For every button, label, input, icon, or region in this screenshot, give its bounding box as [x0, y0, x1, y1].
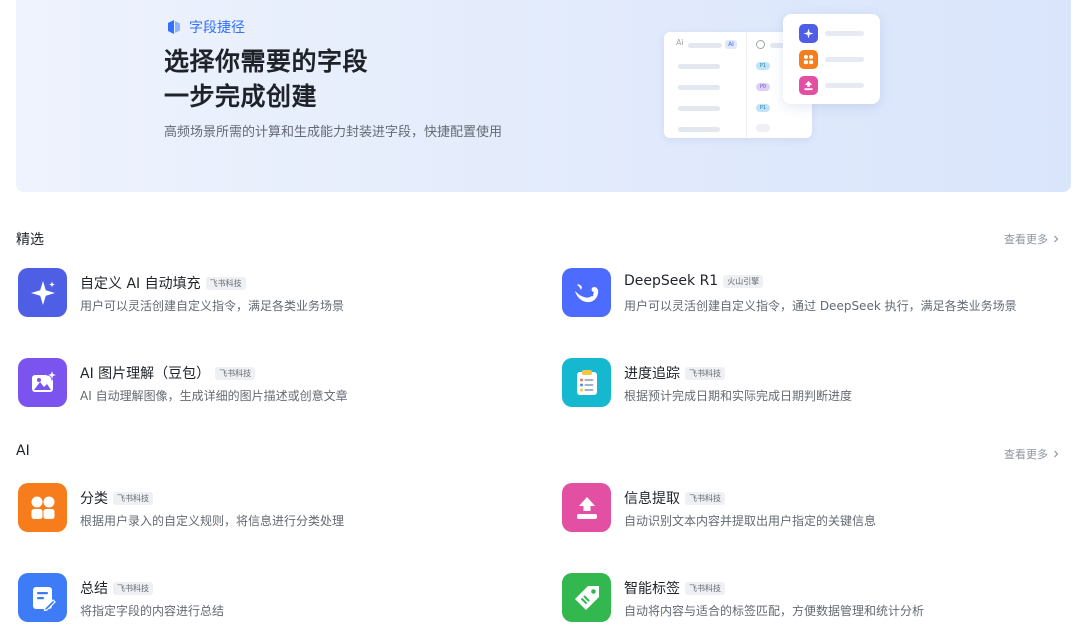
provider-badge: 飞书科技 [113, 491, 153, 505]
illustration-pill-empty [756, 124, 770, 132]
ai-view-more-link[interactable]: 查看更多 [1004, 446, 1060, 462]
field-card-smart-tag[interactable]: 智能标签 飞书科技 自动将内容与适合的标签匹配，方便数据管理和统计分析 [562, 573, 1062, 623]
field-description: 根据用户录入的自定义规则，将信息进行分类处理 [80, 514, 345, 528]
field-name: DeepSeek R1 [624, 273, 719, 289]
illustration-card [783, 14, 880, 104]
field-card-info-extraction[interactable]: 信息提取 飞书科技 自动识别文本内容并提取出用户指定的关键信息 [562, 483, 1062, 533]
field-name: 进度追踪 [624, 366, 680, 382]
featured-view-more-link[interactable]: 查看更多 [1004, 231, 1060, 247]
field-description: AI 自动理解图像，生成详细的图片描述或创意文章 [80, 389, 348, 403]
field-card-ai-image-understanding[interactable]: AI 图片理解（豆包） 飞书科技 AI 自动理解图像，生成详细的图片描述或创意文… [18, 358, 518, 408]
illustration-ai-badge: AI [725, 40, 737, 49]
extract-icon [562, 483, 611, 532]
provider-badge: 飞书科技 [205, 276, 246, 290]
provider-badge: 飞书科技 [685, 366, 725, 380]
field-description: 用户可以灵活创建自定义指令，满足各类业务场景 [80, 299, 345, 313]
provider-badge: 飞书科技 [685, 491, 725, 505]
hero-title-line-1: 选择你需要的字段 [164, 47, 369, 76]
sparkle-icon [799, 24, 818, 43]
provider-badge: 飞书科技 [215, 366, 256, 380]
chevron-right-icon [1054, 235, 1059, 243]
image-sparkle-icon [18, 358, 67, 407]
hero-banner: 字段捷径 选择你需要的字段 一步完成创建 高频场景所需的计算和生成能力封装进字段… [16, 0, 1071, 192]
field-name: AI 图片理解（豆包） [80, 366, 211, 382]
hero-title: 选择你需要的字段 一步完成创建 [164, 44, 368, 114]
view-more-label: 查看更多 [1004, 233, 1048, 246]
provider-badge: 飞书科技 [113, 581, 153, 595]
shapes-icon [799, 50, 818, 69]
field-name: 信息提取 [624, 491, 680, 507]
field-description: 用户可以灵活创建自定义指令，通过 DeepSeek 执行，满足各类业务场景 [624, 299, 1017, 313]
illustration-header-text: Ai [676, 38, 684, 47]
whale-icon [562, 268, 611, 317]
brand: 字段捷径 [166, 17, 245, 37]
provider-badge: 火山引擎 [723, 274, 764, 288]
field-name: 分类 [80, 491, 108, 507]
field-name: 智能标签 [624, 581, 680, 597]
provider-badge: 飞书科技 [685, 581, 725, 595]
section-title-ai: AI [16, 443, 30, 459]
shapes-icon [18, 483, 67, 532]
field-card-classify[interactable]: 分类 飞书科技 根据用户录入的自定义规则，将信息进行分类处理 [18, 483, 518, 533]
section-title-featured: 精选 [16, 232, 44, 248]
field-description: 将指定字段的内容进行总结 [80, 604, 225, 618]
field-card-custom-ai-autofill[interactable]: 自定义 AI 自动填充 飞书科技 用户可以灵活创建自定义指令，满足各类业务场景 [18, 268, 518, 318]
field-card-progress-tracking[interactable]: 进度追踪 飞书科技 根据预计完成日期和实际完成日期判断进度 [562, 358, 1062, 408]
hero-subtitle: 高频场景所需的计算和生成能力封装进字段，快捷配置使用 [164, 125, 503, 140]
illustration-pill: P1 [756, 62, 770, 70]
illustration-pill: P0 [756, 83, 770, 91]
field-description: 自动将内容与适合的标签匹配，方便数据管理和统计分析 [624, 604, 925, 618]
illustration-pill: P1 [756, 104, 770, 112]
tag-icon [562, 573, 611, 622]
field-card-summary[interactable]: 总结 飞书科技 将指定字段的内容进行总结 [18, 573, 518, 623]
clock-icon [756, 40, 765, 49]
hero-title-line-2: 一步完成创建 [164, 82, 318, 111]
field-card-deepseek-r1[interactable]: DeepSeek R1 火山引擎 用户可以灵活创建自定义指令，通过 DeepSe… [562, 268, 1062, 318]
brand-label: 字段捷径 [189, 20, 245, 36]
summary-doc-icon [18, 573, 67, 622]
field-description: 自动识别文本内容并提取出用户指定的关键信息 [624, 514, 877, 528]
sparkle-icon [18, 268, 67, 317]
view-more-label: 查看更多 [1004, 448, 1048, 461]
clipboard-icon [562, 358, 611, 407]
field-shortcut-logo-icon [168, 20, 180, 34]
field-name: 自定义 AI 自动填充 [80, 276, 201, 292]
field-description: 根据预计完成日期和实际完成日期判断进度 [624, 389, 853, 403]
chevron-right-icon [1054, 450, 1059, 458]
field-name: 总结 [80, 581, 108, 597]
extract-icon [799, 76, 818, 95]
